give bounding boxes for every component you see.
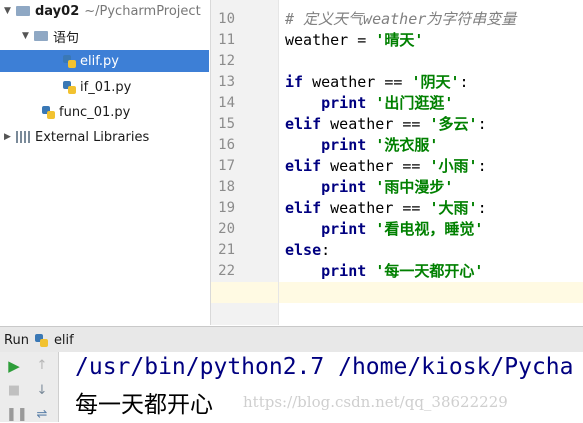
run-tab-label[interactable]: Run	[4, 333, 29, 348]
line-number: 13	[218, 74, 235, 90]
code-line[interactable]: print '雨中漫步'	[285, 177, 453, 198]
code-line[interactable]: elif weather == '多云':	[285, 114, 487, 135]
run-toolbar: ▶ ↑ ■ ↓ ❚❚ ⇌	[0, 352, 59, 422]
code-line[interactable]: print '洗衣服'	[285, 135, 438, 156]
run-config-name[interactable]: elif	[54, 333, 74, 348]
library-icon	[16, 131, 30, 143]
tree-item-label: if_01.py	[80, 79, 132, 95]
stop-icon[interactable]: ■	[6, 383, 22, 399]
chevron-down-icon[interactable]: ▼	[4, 6, 16, 16]
run-tool-window-header: Run elif	[0, 326, 583, 353]
line-number: 11	[218, 32, 235, 48]
code-line[interactable]: else:	[285, 240, 330, 261]
folder-icon	[16, 6, 30, 16]
arrow-up-icon[interactable]: ↑	[34, 358, 50, 374]
console-command-line: /usr/bin/python2.7 /home/kiosk/Pycha	[75, 354, 574, 380]
code-line[interactable]: print '看电视，睡觉'	[285, 219, 483, 240]
python-file-icon	[34, 333, 48, 347]
line-number-gutter: 10 11 12 13 14 15 16 17 18 19 20 21 22 2…	[210, 0, 279, 325]
python-file-icon	[63, 54, 76, 68]
pause-icon[interactable]: ❚❚	[6, 407, 28, 423]
tree-item-elif-py[interactable]: elif.py	[0, 50, 209, 72]
chevron-down-icon[interactable]: ▼	[22, 31, 34, 41]
line-number: 16	[218, 137, 235, 153]
line-number: 15	[218, 116, 235, 132]
tree-item-day02[interactable]: ▼ day02 ~/PycharmProject	[0, 0, 209, 22]
line-number: 19	[218, 200, 235, 216]
code-line[interactable]: print '每一天都开心'	[285, 261, 483, 282]
chevron-right-icon[interactable]: ▶	[4, 132, 16, 142]
line-number: 12	[218, 53, 235, 69]
console-output-line: 每一天都开心	[75, 392, 213, 418]
python-file-icon	[42, 105, 55, 119]
tree-item-if01-py[interactable]: if_01.py	[0, 76, 209, 98]
tree-item-label: 语句	[53, 30, 80, 46]
tree-item-func01-py[interactable]: func_01.py	[0, 101, 209, 123]
code-line[interactable]: elif weather == '大雨':	[285, 198, 487, 219]
line-number: 20	[218, 221, 235, 237]
tree-item-statements[interactable]: ▼ 语句	[0, 25, 209, 47]
run-console[interactable]: /usr/bin/python2.7 /home/kiosk/Pycha 每一天…	[59, 352, 583, 422]
code-line[interactable]: if weather == '阴天':	[285, 72, 469, 93]
arrow-down-icon[interactable]: ↓	[34, 383, 50, 399]
line-number: 21	[218, 242, 235, 258]
tree-item-label: day02	[35, 3, 80, 19]
tree-item-label: External Libraries	[35, 129, 150, 145]
code-line[interactable]: weather = '晴天'	[285, 30, 423, 51]
folder-icon	[34, 31, 48, 41]
tree-item-external-libraries[interactable]: ▶ External Libraries	[0, 126, 209, 148]
code-editor[interactable]: # 定义天气weather为字符串变量 weather = '晴天' if we…	[278, 0, 583, 325]
tree-item-label: elif.py	[80, 53, 119, 69]
python-file-icon	[63, 80, 76, 94]
tree-item-path: ~/PycharmProject	[84, 3, 201, 19]
line-number: 14	[218, 95, 235, 111]
line-number: 17	[218, 158, 235, 174]
watermark-text: https://blog.csdn.net/qq_38622229	[243, 393, 508, 411]
rerun-icon[interactable]: ▶	[6, 358, 22, 374]
project-tree: ▼ day02 ~/PycharmProject ▼ 语句 elif.py if…	[0, 0, 209, 325]
code-line[interactable]: print '出门逛逛'	[285, 93, 453, 114]
line-number: 10	[218, 11, 235, 27]
line-number: 22	[218, 263, 235, 279]
line-number: 18	[218, 179, 235, 195]
code-line[interactable]: elif weather == '小雨':	[285, 156, 487, 177]
code-line[interactable]: # 定义天气weather为字符串变量	[285, 9, 516, 30]
soft-wrap-icon[interactable]: ⇌	[34, 407, 50, 423]
tree-item-label: func_01.py	[59, 104, 131, 120]
